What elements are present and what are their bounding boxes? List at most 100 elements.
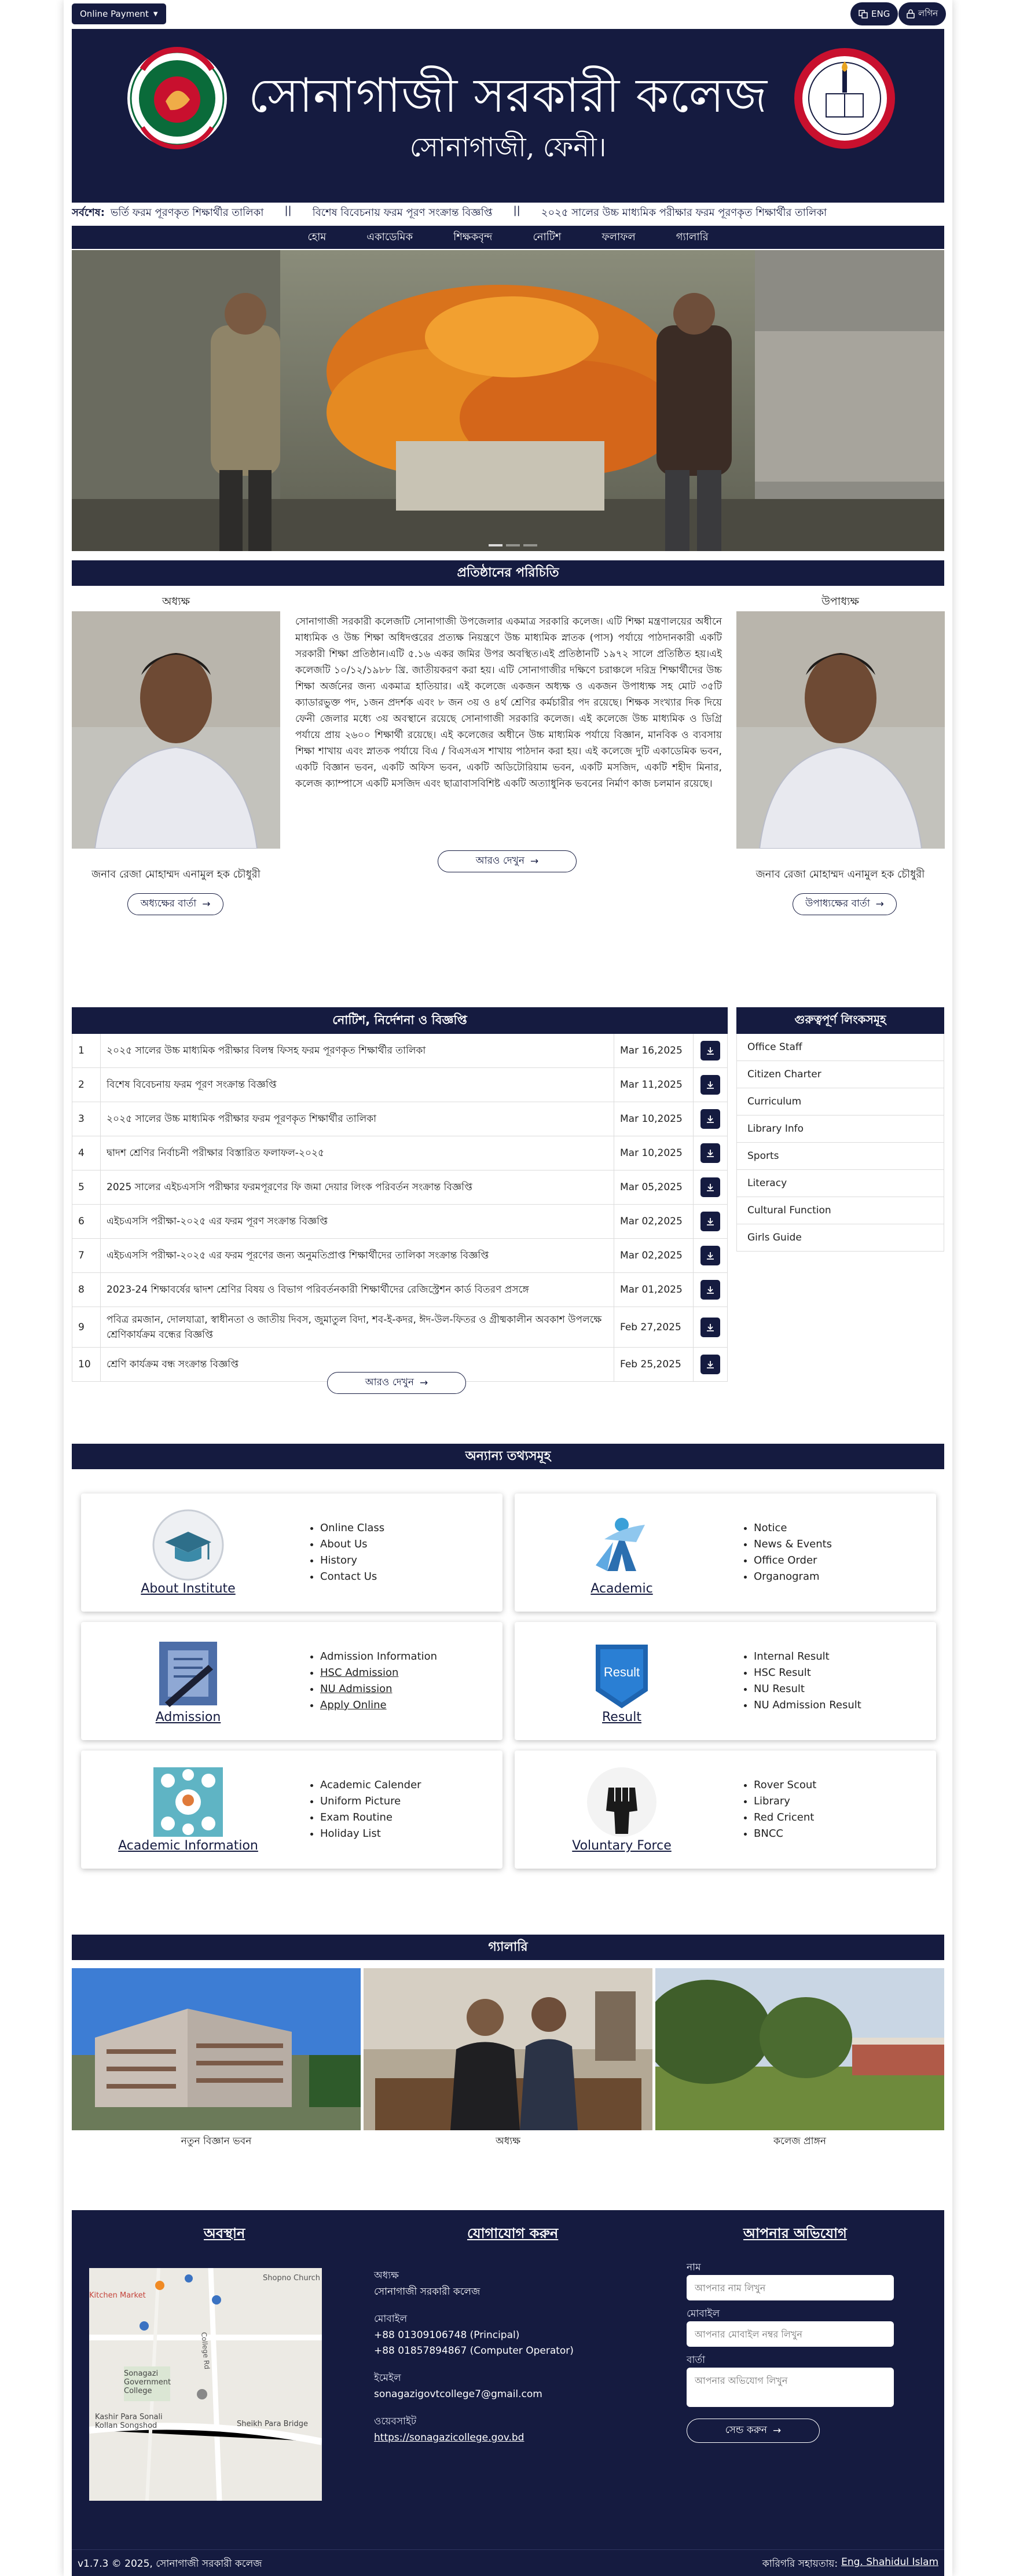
info-card-link[interactable]: News & Events	[754, 1536, 832, 1553]
gallery-item[interactable]	[72, 1968, 361, 2130]
info-card-link[interactable]: NU Admission Result	[754, 1697, 861, 1713]
info-card-link[interactable]: History	[320, 1553, 384, 1569]
info-card-link[interactable]: About Us	[320, 1536, 384, 1553]
send-complaint-button[interactable]: সেন্ড করুন →	[687, 2419, 820, 2443]
info-card-link[interactable]: Academic Calender	[320, 1777, 421, 1793]
site-footer: অবস্থান যোগাযোগ করুন আপনার অভিযোগ Kitche…	[72, 2210, 944, 2576]
info-card-link[interactable]: Notice	[754, 1520, 832, 1536]
important-link-item[interactable]: Curriculum	[736, 1088, 944, 1115]
contact-website-link[interactable]: https://sonagazicollege.gov.bd	[374, 2430, 606, 2446]
important-link-item[interactable]: Girls Guide	[736, 1224, 944, 1252]
info-card-link[interactable]: HSC Admission	[320, 1665, 437, 1681]
info-card-link[interactable]: HSC Result	[754, 1665, 861, 1681]
notice-title[interactable]: বিশেষ বিবেচনায় ফরম পূরণ সংক্রান্ত বিজ্ঞ…	[100, 1068, 614, 1102]
principal-message-button[interactable]: অধ্যক্ষের বার্তা →	[127, 893, 223, 915]
notice-row: 1 ২০২৫ সালের উচ্চ মাধ্যমিক পরীক্ষার বিলম্…	[72, 1034, 728, 1068]
info-card-title[interactable]: About Institute	[81, 1581, 295, 1596]
online-payment-dropdown[interactable]: Online Payment ▼	[72, 3, 166, 24]
ticker-item[interactable]: বিশেষ বিবেচনায় ফরম পূরণ সংক্রান্ত বিজ্ঞ…	[313, 204, 493, 222]
info-card-title[interactable]: Admission	[81, 1710, 295, 1724]
map-label: Sheikh Para Bridge	[237, 2420, 309, 2428]
download-button[interactable]	[700, 1246, 720, 1265]
important-link-item[interactable]: Cultural Function	[736, 1197, 944, 1224]
download-button[interactable]	[700, 1280, 720, 1300]
credit-link[interactable]: Eng. Shahidul Islam	[841, 2556, 938, 2573]
location-map[interactable]: Kitchen Market Shopno Church Sonagazi Go…	[89, 2268, 322, 2501]
complaint-name-input[interactable]: আপনার নাম লিখুন	[687, 2275, 894, 2300]
info-card-link[interactable]: Uniform Picture	[320, 1793, 421, 1810]
important-link-item[interactable]: Citizen Charter	[736, 1061, 944, 1088]
info-card-title[interactable]: Academic	[515, 1581, 729, 1596]
notice-title[interactable]: 2023-24 শিক্ষাবর্ষের দ্বাদশ শ্রেণির বিষয…	[100, 1273, 614, 1307]
info-card-link[interactable]: Red Cricent	[754, 1810, 816, 1826]
ticker-item[interactable]: ভর্তি ফরম পূরণকৃত শিক্ষার্থীর তালিকা	[111, 204, 264, 222]
info-card-list: Online ClassAbout UsHistoryContact Us	[310, 1520, 384, 1585]
info-card-link[interactable]: Organogram	[754, 1569, 832, 1585]
download-button[interactable]	[700, 1177, 720, 1197]
info-card-link[interactable]: Internal Result	[754, 1649, 861, 1665]
info-card-link[interactable]: Office Order	[754, 1553, 832, 1569]
notice-title[interactable]: ২০২৫ সালের উচ্চ মাধ্যমিক পরীক্ষার বিলম্ব…	[100, 1034, 614, 1067]
notice-title[interactable]: দ্বাদশ শ্রেণির নির্বাচনী পরীক্ষার বিস্তা…	[100, 1136, 614, 1170]
info-card-link[interactable]: Library	[754, 1793, 816, 1810]
notice-title[interactable]: এইচএসসি পরীক্ষা-২০২৫ এর ফরম পূরণ সংক্রান…	[100, 1205, 614, 1238]
ticker-item[interactable]: ২০২৫ সালের উচ্চ মাধ্যমিক পরীক্ষার ফরম পূ…	[541, 204, 827, 222]
notice-section-header: নোটিশ, নির্দেশনা ও বিজ্ঞপ্তি	[72, 1007, 728, 1034]
links-section-header: গুরুত্বপূর্ণ লিংকসমূহ	[736, 1007, 944, 1034]
download-icon	[707, 1047, 714, 1055]
download-button[interactable]	[700, 1355, 720, 1374]
college-logo	[794, 48, 895, 149]
academic-figure-icon	[596, 1518, 645, 1571]
download-button[interactable]	[700, 1143, 720, 1163]
notice-number: 1	[78, 1045, 85, 1056]
complaint-message-textarea[interactable]: আপনার অভিযোগ লিখুন	[687, 2368, 894, 2407]
hero-slider[interactable]	[72, 250, 944, 551]
gallery-item[interactable]	[655, 1968, 944, 2130]
principal-role: অধ্যক্ষ	[162, 595, 190, 608]
info-card-link[interactable]: Apply Online	[320, 1697, 437, 1713]
form-message-label: বার্তা	[687, 2354, 706, 2366]
info-card-link[interactable]: BNCC	[754, 1826, 816, 1842]
important-link-item[interactable]: Sports	[736, 1143, 944, 1170]
menu-item-gallery[interactable]: গ্যালারি	[676, 229, 709, 247]
contact-mobile-2: +88 01857894867 (Computer Operator)	[374, 2345, 574, 2357]
info-card-link[interactable]: Exam Routine	[320, 1810, 421, 1826]
info-card-link[interactable]: NU Result	[754, 1681, 861, 1697]
intro-more-button[interactable]: আরও দেখুন →	[438, 850, 577, 872]
download-button[interactable]	[700, 1075, 720, 1095]
important-link-item[interactable]: Library Info	[736, 1115, 944, 1143]
menu-item-academic[interactable]: একাডেমিক	[366, 229, 413, 247]
gallery-item[interactable]	[364, 1968, 652, 2130]
principal-photo	[72, 611, 280, 849]
vice-principal-message-button[interactable]: উপাধ্যক্ষের বার্তা →	[793, 893, 897, 915]
info-card-link[interactable]: Online Class	[320, 1520, 384, 1536]
menu-item-notice[interactable]: নোটিশ	[533, 229, 562, 247]
info-card-link[interactable]: Rover Scout	[754, 1777, 816, 1793]
info-card-link[interactable]: NU Admission	[320, 1681, 437, 1697]
notice-title[interactable]: পবিত্র রমজান, দোলযাত্রা, স্বাধীনতা ও জাত…	[100, 1307, 614, 1347]
info-card-link[interactable]: Admission Information	[320, 1649, 437, 1665]
info-card-link[interactable]: Holiday List	[320, 1826, 421, 1842]
download-button[interactable]	[700, 1109, 720, 1129]
language-toggle-button[interactable]: ENG	[850, 2, 898, 25]
important-link-item[interactable]: Literacy	[736, 1170, 944, 1197]
info-card-link[interactable]: Contact Us	[320, 1569, 384, 1585]
menu-item-home[interactable]: হোম	[307, 229, 326, 247]
info-card-title[interactable]: Result	[515, 1710, 729, 1724]
notice-title[interactable]: ২০২৫ সালের উচ্চ মাধ্যমিক পরীক্ষার ফরম পূ…	[100, 1102, 614, 1136]
menu-item-teachers[interactable]: শিক্ষকবৃন্দ	[453, 229, 492, 247]
download-button[interactable]	[700, 1041, 720, 1061]
menu-item-result[interactable]: ফলাফল	[601, 229, 635, 247]
notice-more-button[interactable]: আরও দেখুন →	[327, 1372, 466, 1394]
notice-title[interactable]: এইচএসসি পরীক্ষা-২০২৫ এর ফরম পূরণের জন্য …	[100, 1239, 614, 1272]
login-button[interactable]: লগিন	[898, 2, 947, 25]
footer-complaint-title: আপনার অভিযোগ	[743, 2225, 847, 2241]
info-card-title[interactable]: Academic Information	[81, 1839, 295, 1853]
info-card-title[interactable]: Voluntary Force	[515, 1839, 729, 1853]
notice-title[interactable]: 2025 সালের এইচএসসি পরীক্ষার ফরমপূরণের ফি…	[100, 1170, 614, 1204]
complaint-mobile-input[interactable]: আপনার মোবাইল নম্বর লিখুন	[687, 2321, 894, 2347]
download-button[interactable]	[700, 1317, 720, 1337]
raised-fist-icon	[587, 1767, 656, 1837]
download-button[interactable]	[700, 1212, 720, 1231]
important-link-item[interactable]: Office Staff	[736, 1034, 944, 1061]
